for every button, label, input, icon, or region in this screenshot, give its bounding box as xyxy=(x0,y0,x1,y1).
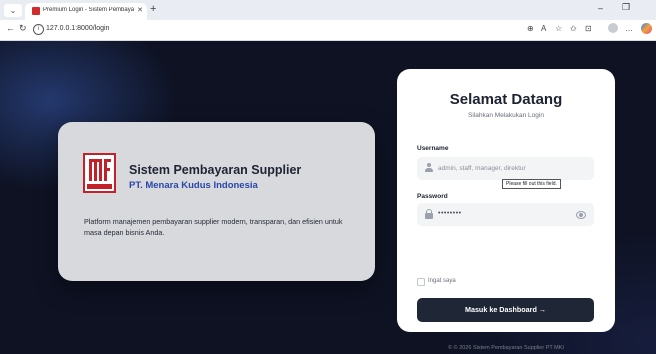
site-info-icon[interactable]: i xyxy=(33,24,44,35)
password-field[interactable]: •••••••• xyxy=(417,203,594,226)
brand-title: Sistem Pembayaran Supplier xyxy=(129,163,302,177)
back-arrow-icon[interactable]: ← xyxy=(6,23,15,33)
remember-me-checkbox[interactable] xyxy=(417,278,425,286)
profile-avatar[interactable] xyxy=(608,23,618,33)
copyright-footer: © © 2026 Sistem Pembayaran Supplier PT M… xyxy=(448,345,564,351)
username-field[interactable]: admin, staff, manager, direktur xyxy=(417,157,594,180)
address-bar: ← ↻ i 127.0.0.1:8000/login ⊕ A ☆ ✩ ⊡ … xyxy=(0,20,656,41)
user-icon xyxy=(424,163,434,173)
company-name: PT. Menara Kudus Indonesia xyxy=(129,180,258,191)
favorites-icon[interactable]: ✩ xyxy=(570,24,577,33)
login-page: Sistem Pembayaran Supplier PT. Menara Ku… xyxy=(0,41,656,354)
lock-icon xyxy=(424,209,434,219)
close-tab-icon[interactable]: ✕ xyxy=(137,6,143,14)
brand-card: Sistem Pembayaran Supplier PT. Menara Ku… xyxy=(58,122,375,281)
welcome-heading: Selamat Datang xyxy=(449,91,563,108)
validation-tooltip: Please fill out this field. xyxy=(502,179,561,189)
tab-actions-button[interactable]: ⌄ xyxy=(4,4,22,17)
login-card: Selamat Datang Silahkan Melakukan Login … xyxy=(397,69,615,351)
minimize-window-button[interactable]: – xyxy=(598,3,603,13)
company-logo xyxy=(83,153,116,193)
more-menu-icon[interactable]: … xyxy=(625,24,633,33)
remember-me-label[interactable]: Ingat saya xyxy=(428,278,456,284)
favicon-icon xyxy=(32,7,40,15)
translate-icon[interactable]: ⊕ xyxy=(527,24,534,33)
password-value: •••••••• xyxy=(438,210,462,217)
copilot-icon[interactable] xyxy=(641,23,652,34)
username-label: Username xyxy=(417,145,449,152)
password-label: Password xyxy=(417,193,448,200)
brand-description: Platform manajemen pembayaran supplier m… xyxy=(84,217,343,237)
browser-tab[interactable]: Premium Login - Sistem Pembaya ✕ xyxy=(25,3,147,20)
restore-window-button[interactable]: ❐ xyxy=(622,2,630,13)
url-field[interactable]: 127.0.0.1:8000/login xyxy=(46,25,109,32)
browser-tab-bar: ⌄ Premium Login - Sistem Pembaya ✕ + – ❐ xyxy=(0,0,656,20)
extensions-icon[interactable]: ⊡ xyxy=(585,24,592,33)
favorite-star-icon[interactable]: ☆ xyxy=(555,24,562,33)
tab-title: Premium Login - Sistem Pembaya xyxy=(43,7,135,13)
show-password-eye-icon[interactable] xyxy=(576,211,586,219)
menara-kudus-logo-icon xyxy=(87,159,112,189)
reload-icon[interactable]: ↻ xyxy=(19,23,27,34)
welcome-subheading: Silahkan Melakukan Login xyxy=(468,112,544,119)
login-submit-button[interactable]: Masuk ke Dashboard → xyxy=(417,298,594,322)
new-tab-button[interactable]: + xyxy=(150,3,156,16)
read-aloud-icon[interactable]: A xyxy=(541,24,546,33)
username-placeholder: admin, staff, manager, direktur xyxy=(438,165,526,172)
